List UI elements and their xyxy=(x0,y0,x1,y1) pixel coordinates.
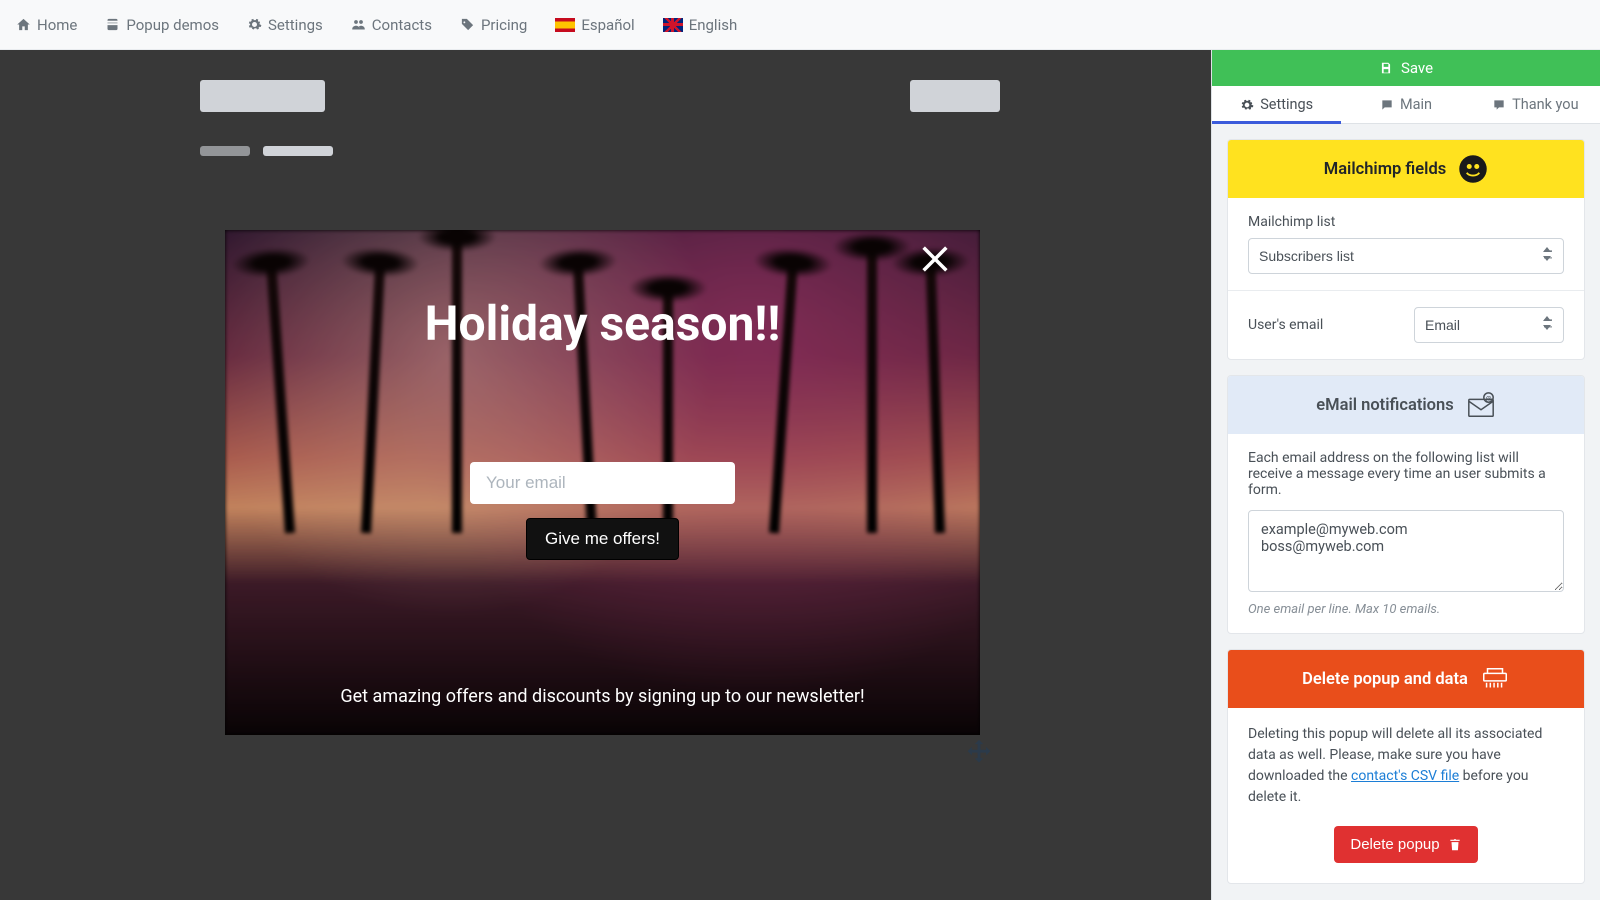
user-email-label: User's email xyxy=(1248,317,1323,333)
nav-pricing[interactable]: Pricing xyxy=(460,16,527,34)
notifications-textarea[interactable]: example@myweb.com boss@myweb.com xyxy=(1248,510,1564,592)
tab-thankyou[interactable]: Thank you xyxy=(1471,86,1600,123)
mailchimp-header: Mailchimp fields xyxy=(1228,140,1584,198)
nav-settings[interactable]: Settings xyxy=(247,16,323,34)
top-nav: Home Popup demos Settings Contacts Prici… xyxy=(0,0,1600,50)
user-email-select[interactable]: Email xyxy=(1414,307,1564,343)
settings-panel: Save Settings Main Thank you Mailchimp f… xyxy=(1211,50,1600,900)
popup-subtitle[interactable]: Get amazing offers and discounts by sign… xyxy=(225,686,980,707)
mailchimp-card: Mailchimp fields Mailchimp list Subscrib… xyxy=(1227,139,1585,360)
message-icon xyxy=(1492,98,1506,112)
delete-header: Delete popup and data xyxy=(1228,650,1584,708)
shredder-icon xyxy=(1480,664,1510,694)
notifications-hint: One email per line. Max 10 emails. xyxy=(1248,602,1564,617)
nav-settings-label: Settings xyxy=(268,16,323,34)
delete-popup-label: Delete popup xyxy=(1350,836,1439,853)
notifications-header-label: eMail notifications xyxy=(1316,396,1453,415)
flag-en-icon xyxy=(663,18,683,32)
home-icon xyxy=(16,17,31,32)
delete-card: Delete popup and data Deleting this popu… xyxy=(1227,649,1585,884)
nav-contacts[interactable]: Contacts xyxy=(351,16,432,34)
trash-icon xyxy=(1448,838,1462,852)
mail-icon: @ xyxy=(1466,390,1496,420)
svg-text:@: @ xyxy=(1485,394,1491,402)
gear-icon xyxy=(247,17,262,32)
move-icon xyxy=(962,737,996,771)
contacts-icon xyxy=(351,17,366,32)
nav-home[interactable]: Home xyxy=(16,16,77,34)
nav-popup-demos[interactable]: Popup demos xyxy=(105,16,219,34)
popup-preview: Holiday season!! Give me offers! Get ama… xyxy=(225,230,980,735)
notifications-card: eMail notifications @ Each email address… xyxy=(1227,375,1585,634)
notifications-header: eMail notifications @ xyxy=(1228,376,1584,434)
nav-spanish[interactable]: Español xyxy=(555,16,634,34)
mailchimp-icon xyxy=(1458,154,1488,184)
tab-main[interactable]: Main xyxy=(1341,86,1470,123)
nav-popup-demos-label: Popup demos xyxy=(126,16,219,34)
tab-settings[interactable]: Settings xyxy=(1212,86,1341,123)
chat-icon xyxy=(1380,98,1394,112)
mailchimp-list-select[interactable]: Subscribers list xyxy=(1248,238,1564,274)
save-icon xyxy=(1379,61,1393,75)
save-label: Save xyxy=(1401,59,1433,77)
popup-email-input[interactable] xyxy=(470,462,735,504)
canvas-area: Holiday season!! Give me offers! Get ama… xyxy=(0,50,1211,900)
nav-pricing-label: Pricing xyxy=(481,16,527,34)
save-button[interactable]: Save xyxy=(1212,50,1600,86)
nav-contacts-label: Contacts xyxy=(372,16,432,34)
tab-thankyou-label: Thank you xyxy=(1512,96,1579,113)
flag-es-icon xyxy=(555,18,575,32)
tab-main-label: Main xyxy=(1400,96,1432,113)
notifications-desc: Each email address on the following list… xyxy=(1248,450,1564,498)
ghost-page xyxy=(200,80,1000,160)
tag-icon xyxy=(460,17,475,32)
mailchimp-header-label: Mailchimp fields xyxy=(1324,160,1446,179)
popup-submit-button[interactable]: Give me offers! xyxy=(526,518,679,560)
nav-spanish-label: Español xyxy=(581,16,634,34)
mailchimp-list-label: Mailchimp list xyxy=(1248,214,1564,230)
panel-tabs: Settings Main Thank you xyxy=(1212,86,1600,124)
contacts-csv-link[interactable]: contact's CSV file xyxy=(1351,768,1459,784)
gear-icon xyxy=(1240,98,1254,112)
delete-desc: Deleting this popup will delete all its … xyxy=(1248,724,1564,808)
nav-home-label: Home xyxy=(37,16,77,34)
nav-english-label: English xyxy=(689,16,738,34)
nav-english[interactable]: English xyxy=(663,16,738,34)
tab-settings-label: Settings xyxy=(1260,96,1313,113)
move-handle[interactable] xyxy=(962,737,996,775)
stack-icon xyxy=(105,17,120,32)
popup-title[interactable]: Holiday season!! xyxy=(425,295,781,352)
delete-popup-button[interactable]: Delete popup xyxy=(1334,826,1477,863)
delete-header-label: Delete popup and data xyxy=(1302,670,1468,689)
